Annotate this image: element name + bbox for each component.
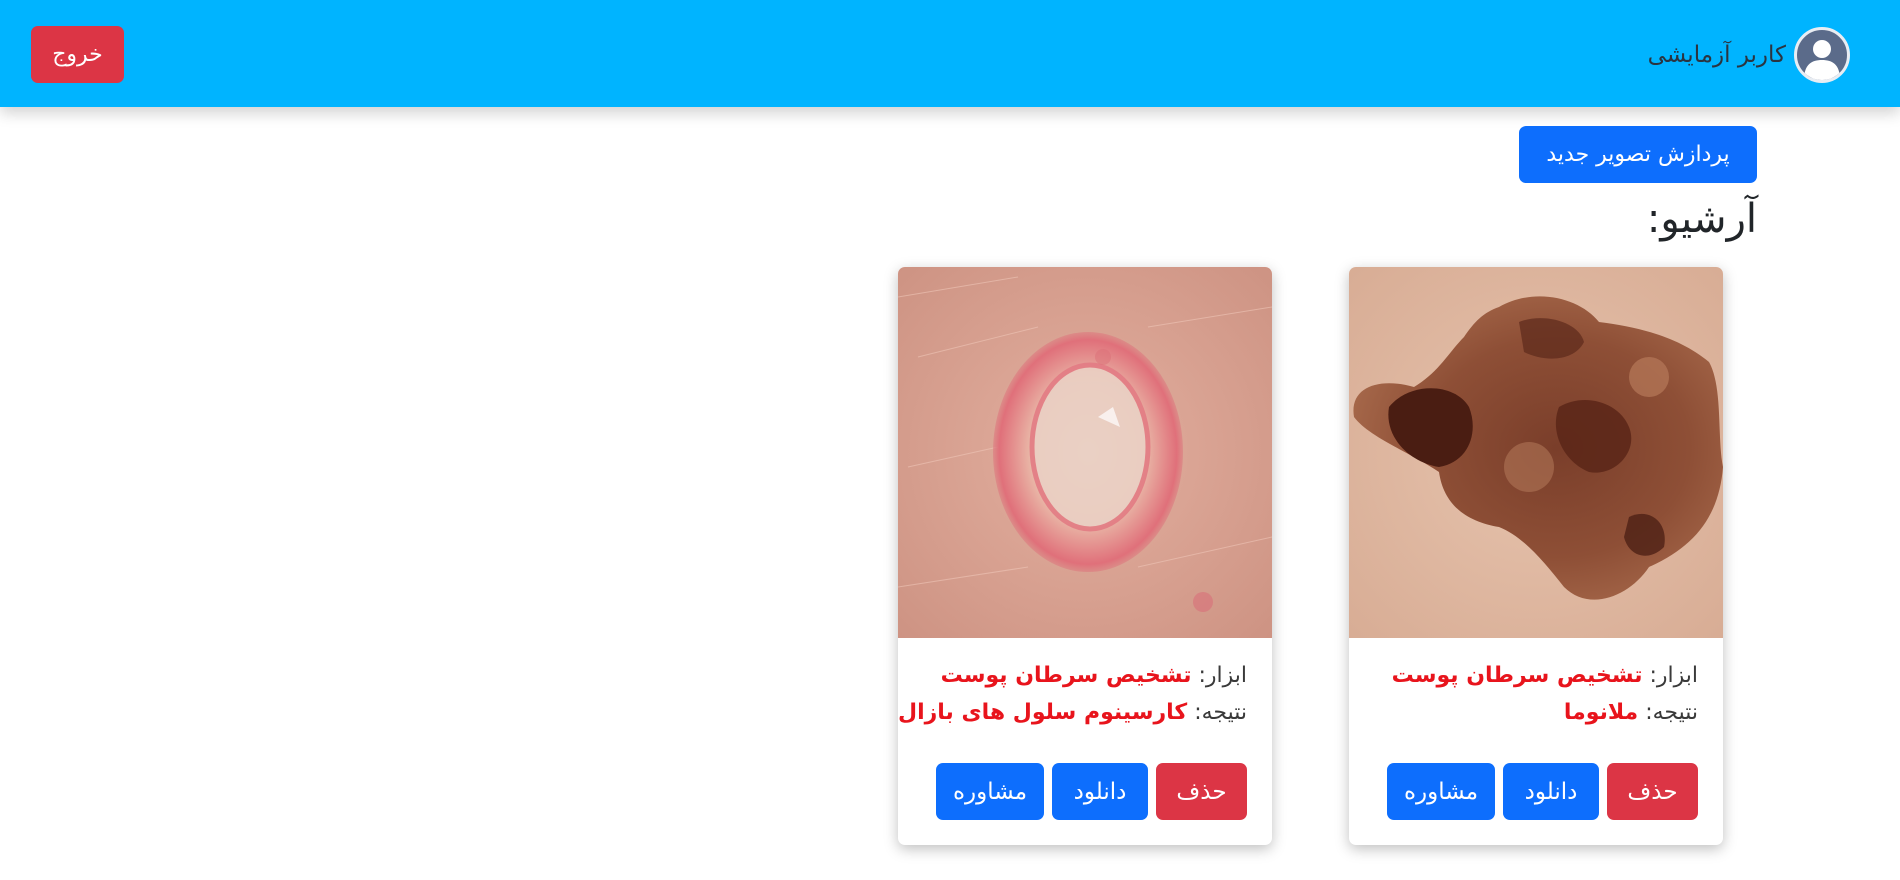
tool-label: ابزار: xyxy=(1198,663,1247,688)
card-actions: حذف دانلود مشاوره xyxy=(936,763,1247,820)
top-navbar: کاربر آزمایشی خروج xyxy=(0,0,1900,107)
tool-line: ابزار: تشخیص سرطان پوست xyxy=(1392,663,1698,688)
card-actions: حذف دانلود مشاوره xyxy=(1387,763,1698,820)
consult-button[interactable]: مشاوره xyxy=(936,763,1044,820)
tool-value: تشخیص سرطان پوست xyxy=(1391,663,1643,688)
archive-title: آرشیو: xyxy=(1646,196,1757,242)
melanoma-skin-lesion-photo xyxy=(1349,267,1723,638)
tool-value: تشخیص سرطان پوست xyxy=(940,663,1192,688)
result-value: ملانوما xyxy=(1563,700,1639,725)
delete-button[interactable]: حذف xyxy=(1156,763,1247,820)
username: کاربر آزمایشی xyxy=(1647,42,1786,68)
download-button[interactable]: دانلود xyxy=(1052,763,1148,820)
result-label: نتیجه: xyxy=(1194,700,1247,725)
download-button[interactable]: دانلود xyxy=(1503,763,1599,820)
archive-card: ابزار: تشخیص سرطان پوست نتیجه: کارسینوم … xyxy=(898,267,1272,845)
tool-line: ابزار: تشخیص سرطان پوست xyxy=(941,663,1247,688)
result-label: نتیجه: xyxy=(1645,700,1698,725)
logout-button[interactable]: خروج xyxy=(31,26,124,83)
new-image-processing-button[interactable]: پردازش تصویر جدید xyxy=(1519,126,1757,183)
basal-cell-carcinoma-skin-photo xyxy=(898,267,1272,638)
delete-button[interactable]: حذف xyxy=(1607,763,1698,820)
result-value: کارسینوم سلول های بازال xyxy=(898,700,1188,725)
user-avatar-icon xyxy=(1794,27,1850,83)
archive-card: ابزار: تشخیص سرطان پوست نتیجه: ملانوما ح… xyxy=(1349,267,1723,845)
tool-label: ابزار: xyxy=(1649,663,1698,688)
result-line: نتیجه: کارسینوم سلول های بازال xyxy=(898,700,1247,725)
consult-button[interactable]: مشاوره xyxy=(1387,763,1495,820)
user-profile[interactable]: کاربر آزمایشی xyxy=(1648,27,1850,83)
result-line: نتیجه: ملانوما xyxy=(1564,700,1698,725)
